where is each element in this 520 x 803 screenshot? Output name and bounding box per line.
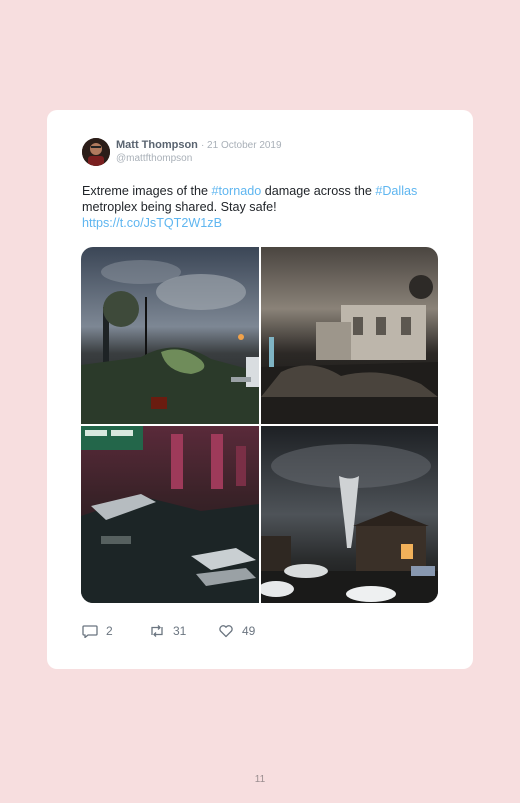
- like-count: 49: [242, 624, 256, 638]
- author-name[interactable]: Matt Thompson: [116, 139, 198, 151]
- hashtag-dallas[interactable]: #Dallas: [375, 184, 417, 198]
- tweet-text: Extreme images of the #tornado damage ac…: [82, 183, 447, 231]
- tweet-card: Matt Thompson · 21 October 2019 @mattfth…: [47, 110, 473, 669]
- retweet-action[interactable]: 31: [149, 624, 186, 638]
- reply-count: 2: [106, 624, 113, 638]
- photo-grid: [81, 247, 438, 603]
- reply-icon[interactable]: [82, 624, 98, 638]
- author-line: Matt Thompson · 21 October 2019: [116, 139, 282, 151]
- photo-storm-debris-street[interactable]: [81, 247, 259, 424]
- photo-tornado-funnel-night[interactable]: [261, 426, 438, 603]
- avatar[interactable]: [82, 138, 110, 166]
- author-handle[interactable]: @mattfthompson: [116, 153, 192, 164]
- heart-icon[interactable]: [218, 624, 234, 638]
- photo-flooded-highway-wreck[interactable]: [81, 426, 259, 603]
- like-action[interactable]: 49: [218, 624, 255, 638]
- photo-damaged-house-night[interactable]: [261, 247, 438, 424]
- retweet-icon[interactable]: [149, 624, 165, 638]
- tweet-date: · 21 October 2019: [200, 140, 282, 151]
- hashtag-tornado[interactable]: #tornado: [212, 184, 262, 198]
- tweet-text-part: Extreme images of the: [82, 184, 212, 198]
- page-number: 11: [254, 774, 266, 785]
- tweet-text-part: metroplex being shared. Stay safe!: [82, 200, 277, 214]
- retweet-count: 31: [173, 624, 187, 638]
- tweet-link[interactable]: https://t.co/JsTQT2W1zB: [82, 216, 222, 230]
- tweet-text-part: damage across the: [261, 184, 376, 198]
- reply-action[interactable]: 2: [82, 624, 113, 638]
